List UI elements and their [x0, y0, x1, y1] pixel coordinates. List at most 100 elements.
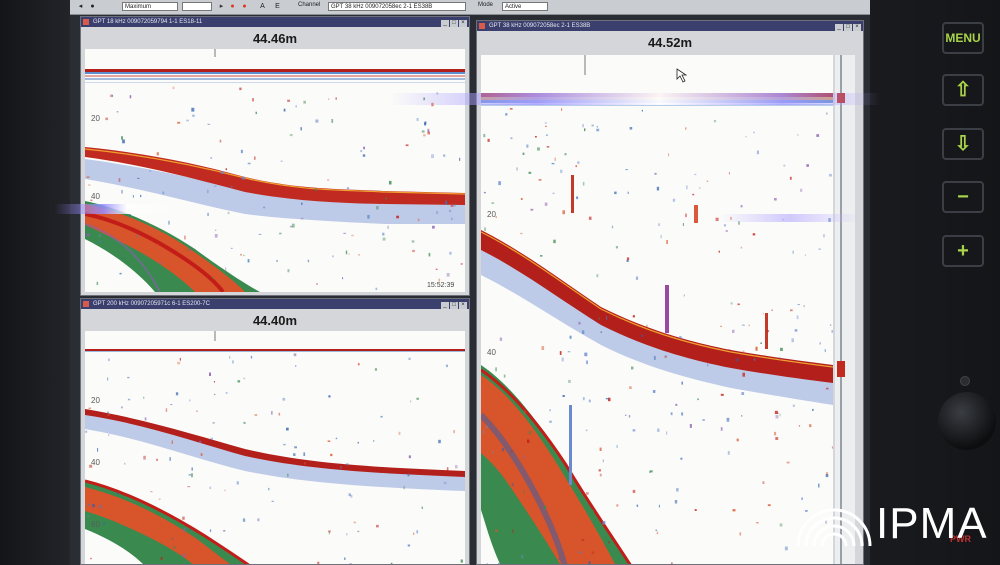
channel-select[interactable]: GPT 38 kHz 009072058ec 2-1 ES38B — [328, 2, 466, 11]
maximize-button[interactable]: □ — [844, 24, 852, 31]
echo-speck — [454, 203, 456, 207]
echo-speck — [211, 277, 214, 279]
echo-speck — [459, 157, 461, 161]
toolbar-back-button[interactable]: ◂ — [76, 2, 85, 11]
echo-speck — [526, 144, 529, 148]
echo-speck — [446, 273, 450, 277]
echogram-window-18khz[interactable]: GPT 18 kHz 009072059794 1-1 ES18-11 _ □ × … — [80, 16, 470, 296]
echo-speck — [351, 234, 354, 237]
echo-speck — [694, 173, 697, 176]
maximize-button[interactable]: □ — [450, 20, 458, 27]
echo-speck — [212, 422, 215, 424]
toolbar-mode-select[interactable]: Maximum — [122, 2, 178, 11]
depth-tick-60: 60 — [91, 520, 100, 529]
echo-speck — [582, 181, 585, 186]
window-title-text: GPT 18 kHz 009072059794 1-1 ES18-11 — [93, 19, 203, 25]
color-scale-bar[interactable] — [835, 55, 855, 564]
echo-speck — [103, 522, 105, 525]
toolbar-record-button[interactable]: ● — [88, 2, 97, 11]
toolbar-e-button[interactable]: E — [273, 2, 282, 11]
echo-speck — [683, 294, 685, 297]
menu-button[interactable]: MENU — [942, 22, 984, 54]
rotary-knob[interactable] — [938, 392, 996, 450]
echo-speck — [276, 260, 278, 262]
record-icon[interactable]: ● — [228, 2, 237, 11]
echo-speck — [560, 169, 563, 174]
echo-speck — [740, 246, 743, 249]
echo-speck — [718, 250, 720, 253]
depth-tick-20: 20 — [91, 396, 100, 405]
echogram-window-200khz[interactable]: GPT 200 kHz 00907205971c 6-1 ES200-7C _ □… — [80, 298, 470, 565]
bottom-marker[interactable] — [837, 361, 845, 377]
echo-speck — [742, 372, 745, 377]
echo-speck — [243, 377, 246, 380]
echo-speck — [562, 395, 565, 397]
echo-speck — [748, 324, 750, 327]
echogram-canvas[interactable]: 20 40 60 — [85, 331, 465, 564]
window-icon — [479, 23, 485, 29]
close-button[interactable]: × — [459, 302, 467, 309]
echo-speck — [177, 361, 181, 365]
minimize-button[interactable]: _ — [441, 302, 449, 309]
plus-button[interactable]: + — [942, 235, 984, 267]
close-button[interactable]: × — [459, 20, 467, 27]
toolbar-range-select[interactable] — [182, 2, 212, 11]
echo-speck — [424, 122, 427, 126]
echo-speck — [316, 283, 318, 285]
echo-speck — [121, 406, 123, 409]
close-button[interactable]: × — [853, 24, 861, 31]
screen-glare — [55, 204, 175, 214]
echo-speck — [121, 189, 123, 194]
echogram-canvas[interactable]: 20 40 — [481, 55, 833, 564]
echo-speck — [598, 469, 601, 472]
echogram-canvas[interactable]: 20 40 15:52:39 — [85, 49, 465, 292]
minimize-button[interactable]: _ — [835, 24, 843, 31]
echo-speck — [108, 434, 110, 436]
echo-speck — [328, 395, 331, 398]
echo-speck — [225, 168, 227, 171]
down-arrow-button[interactable]: ⇩ — [942, 128, 984, 160]
echo-speck — [626, 257, 630, 261]
echo-speck — [512, 529, 514, 534]
echo-speck — [658, 504, 660, 508]
echo-speck — [91, 510, 94, 513]
echo-speck — [328, 98, 330, 100]
play-icon[interactable]: ▸ — [217, 2, 226, 11]
echo-speck — [789, 176, 792, 180]
up-arrow-button[interactable]: ⇧ — [942, 74, 984, 106]
minus-button[interactable]: − — [942, 181, 984, 213]
echo-speck — [405, 144, 409, 147]
echo-speck — [225, 392, 228, 394]
echo-speck — [559, 351, 562, 355]
echo-speck — [586, 492, 589, 495]
echo-speck — [549, 409, 551, 412]
echo-speck — [742, 350, 745, 354]
echo-speck — [779, 523, 783, 527]
echo-speck — [122, 139, 125, 144]
echo-speck — [188, 474, 192, 476]
echo-speck — [140, 194, 142, 198]
maximize-button[interactable]: □ — [450, 302, 458, 309]
minimize-button[interactable]: _ — [441, 20, 449, 27]
mode-select[interactable]: Active — [502, 2, 548, 11]
echo-speck — [240, 149, 243, 154]
echo-speck — [360, 150, 363, 153]
echo-speck — [382, 237, 386, 241]
toolbar-a-button[interactable]: A — [258, 2, 267, 11]
echo-speck — [236, 481, 239, 485]
echo-speck — [330, 453, 333, 457]
echo-speck — [88, 184, 91, 186]
echo-speck — [165, 408, 168, 412]
echo-speck — [774, 431, 777, 436]
echo-speck — [588, 216, 592, 220]
echo-speck — [300, 127, 302, 131]
echo-speck — [196, 410, 198, 412]
echo-speck — [797, 134, 799, 136]
echo-speck — [745, 136, 747, 138]
echo-speck — [413, 532, 415, 535]
echo-speck — [599, 547, 603, 550]
echo-speck — [616, 444, 618, 449]
record-alt-icon[interactable]: ● — [240, 2, 249, 11]
echo-speck — [450, 205, 454, 207]
echo-speck — [498, 181, 501, 186]
